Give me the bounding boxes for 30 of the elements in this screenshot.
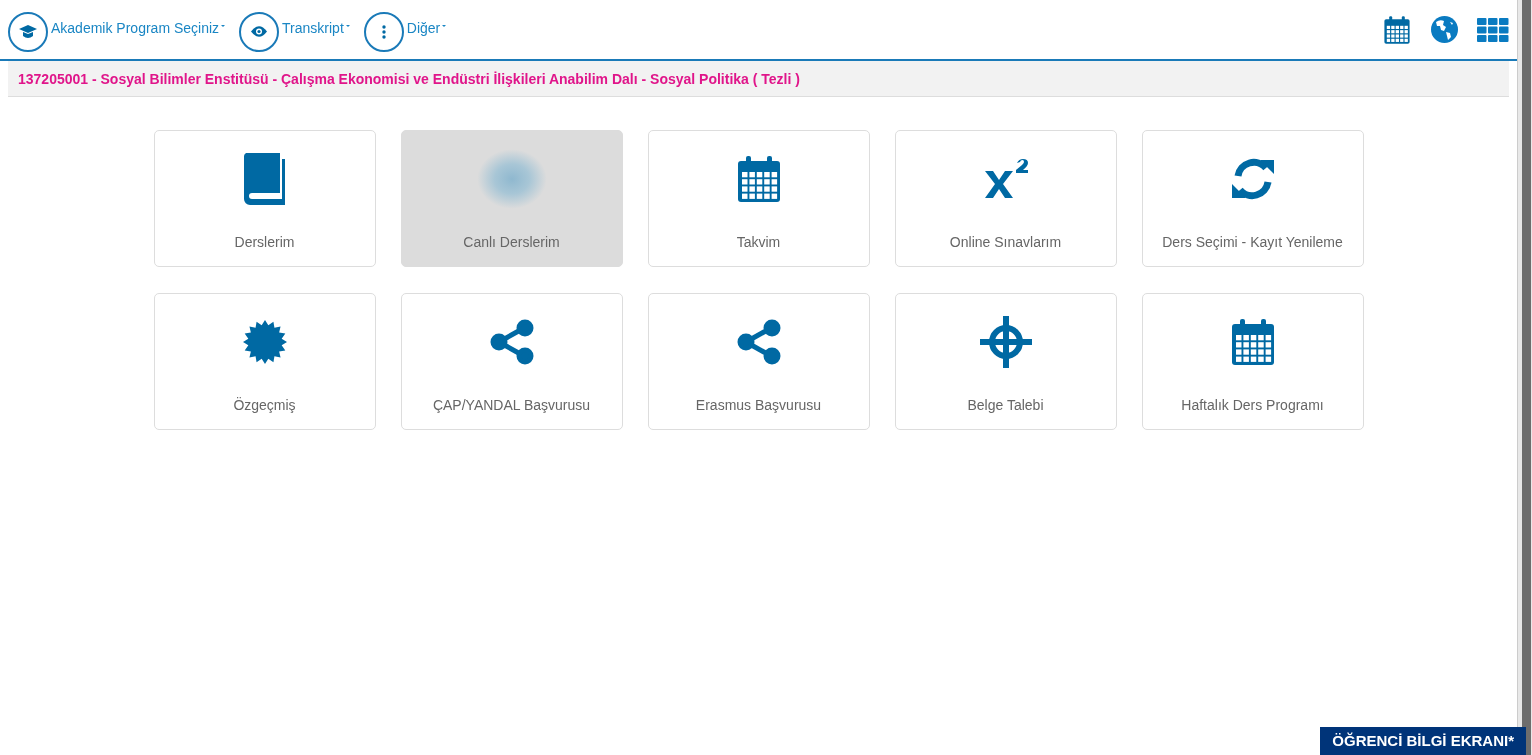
more-icon (381, 24, 386, 39)
menu-tile[interactable]: Canlı Derslerim (400, 130, 623, 267)
calendar-icon[interactable] (1382, 14, 1412, 45)
menu-tile[interactable]: Derslerim (153, 130, 376, 267)
menu-tile[interactable]: ÇAP/YANDAL Başvurusu (400, 293, 623, 430)
menu-dropdown[interactable]: Transkript (239, 3, 350, 52)
menu-tile[interactable]: Haftalık Ders Programı (1141, 293, 1364, 430)
graduation-cap-icon (19, 24, 37, 39)
eye-icon (251, 26, 268, 37)
screen-title: ÖĞRENCİ BİLGİ EKRANI* (1320, 727, 1526, 755)
menu-dropdown[interactable]: Diğer (363, 3, 447, 52)
menu-dropdown[interactable]: Akademik Program Seçiniz (8, 3, 226, 52)
book-icon (241, 153, 288, 205)
badge-icon (241, 319, 288, 365)
menu-tile[interactable]: Online Sınavlarım (894, 130, 1117, 267)
superscript-icon (982, 159, 1029, 199)
crosshair-icon (979, 316, 1032, 368)
menu-tile[interactable]: Ders Seçimi - Kayıt Yenileme (1141, 130, 1364, 267)
program-title: 137205001 - Sosyal Bilimler Enstitüsü - Çalışma Ekonomisi ve Endüstri İlişkileri Anabilim Dalı - Sosyal Politika ( Tezli ) (8, 61, 1509, 97)
share-icon (488, 319, 535, 365)
menu-tile[interactable]: Belge Talebi (894, 293, 1117, 430)
scrollbar[interactable] (1517, 0, 1532, 755)
menu-tile[interactable]: Özgeçmiş (153, 293, 376, 430)
share-icon (735, 319, 782, 365)
refresh-icon (1229, 156, 1276, 202)
menu-tile[interactable]: Erasmus Başvurusu (647, 293, 870, 430)
calendar-glyph (1382, 14, 1412, 45)
menu-tile[interactable]: Takvim (647, 130, 870, 267)
app-grid-icon[interactable] (1477, 17, 1509, 42)
globe-icon[interactable] (1431, 16, 1458, 43)
